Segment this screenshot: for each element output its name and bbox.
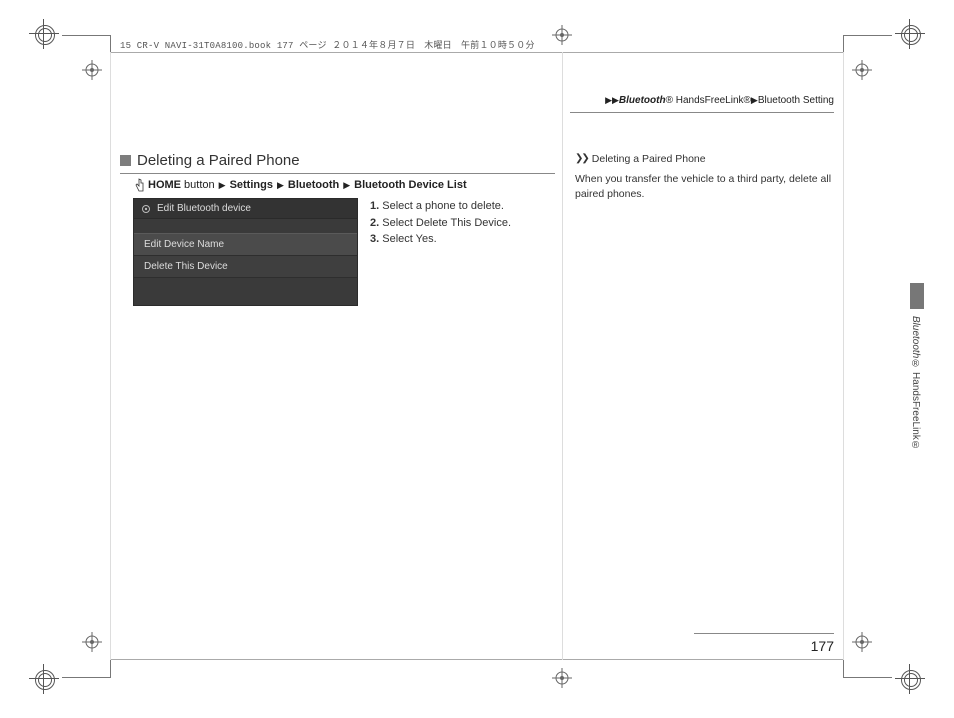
breadcrumb-item: HandsFreeLink [676,95,744,106]
file-header: 15 CR-V NAVI-31T0A8100.book 177 ページ ２０１４… [120,38,535,51]
side-note-body: When you transfer the vehicle to a third… [575,172,835,202]
gear-icon [141,204,151,214]
crop-mark-icon [33,23,55,45]
hand-icon [135,178,144,192]
page-number: 177 [811,638,834,654]
edge-tab [910,283,924,309]
register-mark-icon [82,632,102,652]
side-note-title-text: Deleting a Paired Phone [592,152,706,167]
nav-path: HOME button ▶ Settings ▶ Bluetooth ▶ Blu… [135,178,467,192]
trim-rule [110,659,844,660]
chevron-right-icon: ▶ [343,180,350,191]
cut-line [844,677,892,678]
chevron-right-icon: ❯❯ [575,152,588,167]
cut-line [62,677,110,678]
cut-line [110,660,111,678]
screenshot-row: Delete This Device [134,256,357,278]
fold-rule [562,52,563,660]
chevron-right-icon: ▶▶ [605,95,619,105]
screenshot-header: Edit Bluetooth device [134,199,357,219]
breadcrumb: ▶▶Bluetooth® HandsFreeLink®▶Bluetooth Se… [570,95,834,106]
registered-mark: ® [666,95,673,106]
cut-line [843,660,844,678]
register-mark-icon [552,25,572,45]
nav-home: HOME [148,179,181,191]
steps-list: 1. Select a phone to delete. 2. Select D… [370,198,556,248]
crop-mark-icon [899,23,921,45]
breadcrumb-item: Bluetooth [619,95,666,106]
register-mark-icon [852,60,872,80]
register-mark-icon [82,60,102,80]
page-number-rule [694,633,834,634]
nav-device-list: Bluetooth Device List [354,179,466,191]
trim-rule [110,52,844,53]
cut-line [110,35,111,53]
crop-mark-icon [899,668,921,690]
crop-mark-icon [33,668,55,690]
side-note: ❯❯ Deleting a Paired Phone When you tran… [575,152,835,203]
trim-rule [843,52,844,660]
register-mark-icon [852,632,872,652]
register-mark-icon [552,668,572,688]
screenshot-row: Edit Device Name [134,233,357,256]
cut-line [844,35,892,36]
cut-line [62,35,110,36]
step-1: 1. Select a phone to delete. [370,198,556,215]
breadcrumb-rule [570,112,834,113]
section-heading: Deleting a Paired Phone [120,152,555,174]
nav-bluetooth: Bluetooth [288,179,339,191]
side-note-title: ❯❯ Deleting a Paired Phone [575,152,835,167]
step-3: 3. Select Yes. [370,231,556,248]
nav-home-suffix: button [181,179,215,191]
chevron-right-icon: ▶ [751,95,758,105]
chevron-right-icon: ▶ [277,180,284,191]
screenshot-header-text: Edit Bluetooth device [157,203,251,214]
device-screenshot: Edit Bluetooth device Edit Device Name D… [133,198,358,306]
section-title-text: Deleting a Paired Phone [137,152,300,169]
square-bullet-icon [120,155,131,166]
chevron-right-icon: ▶ [219,180,226,191]
registered-mark: ® [744,95,751,106]
trim-rule [110,52,111,660]
page-root: 15 CR-V NAVI-31T0A8100.book 177 ページ ２０１４… [0,0,954,718]
vertical-section-label: Bluetooth® HandsFreeLink® [909,316,921,451]
nav-settings: Settings [230,179,273,191]
cut-line [843,35,844,53]
step-2: 2. Select Delete This Device. [370,215,556,232]
breadcrumb-item: Bluetooth Setting [758,95,834,106]
